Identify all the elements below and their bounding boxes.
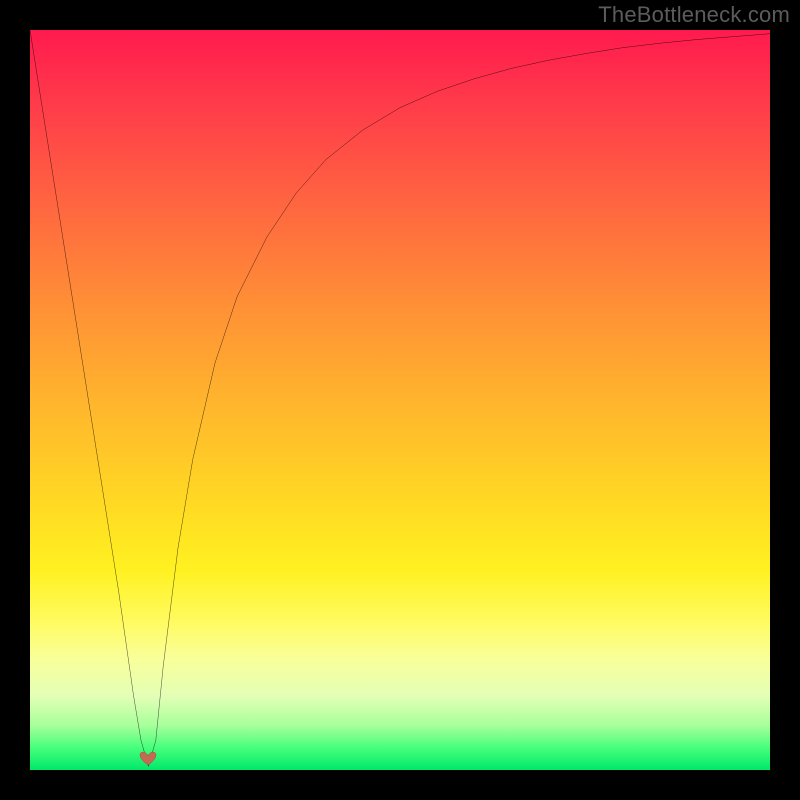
chart-frame: TheBottleneck.com bbox=[0, 0, 800, 800]
bottleneck-curve bbox=[30, 30, 770, 770]
watermark-text: TheBottleneck.com bbox=[598, 2, 790, 28]
plot-area bbox=[30, 30, 770, 770]
heart-icon bbox=[133, 749, 163, 769]
